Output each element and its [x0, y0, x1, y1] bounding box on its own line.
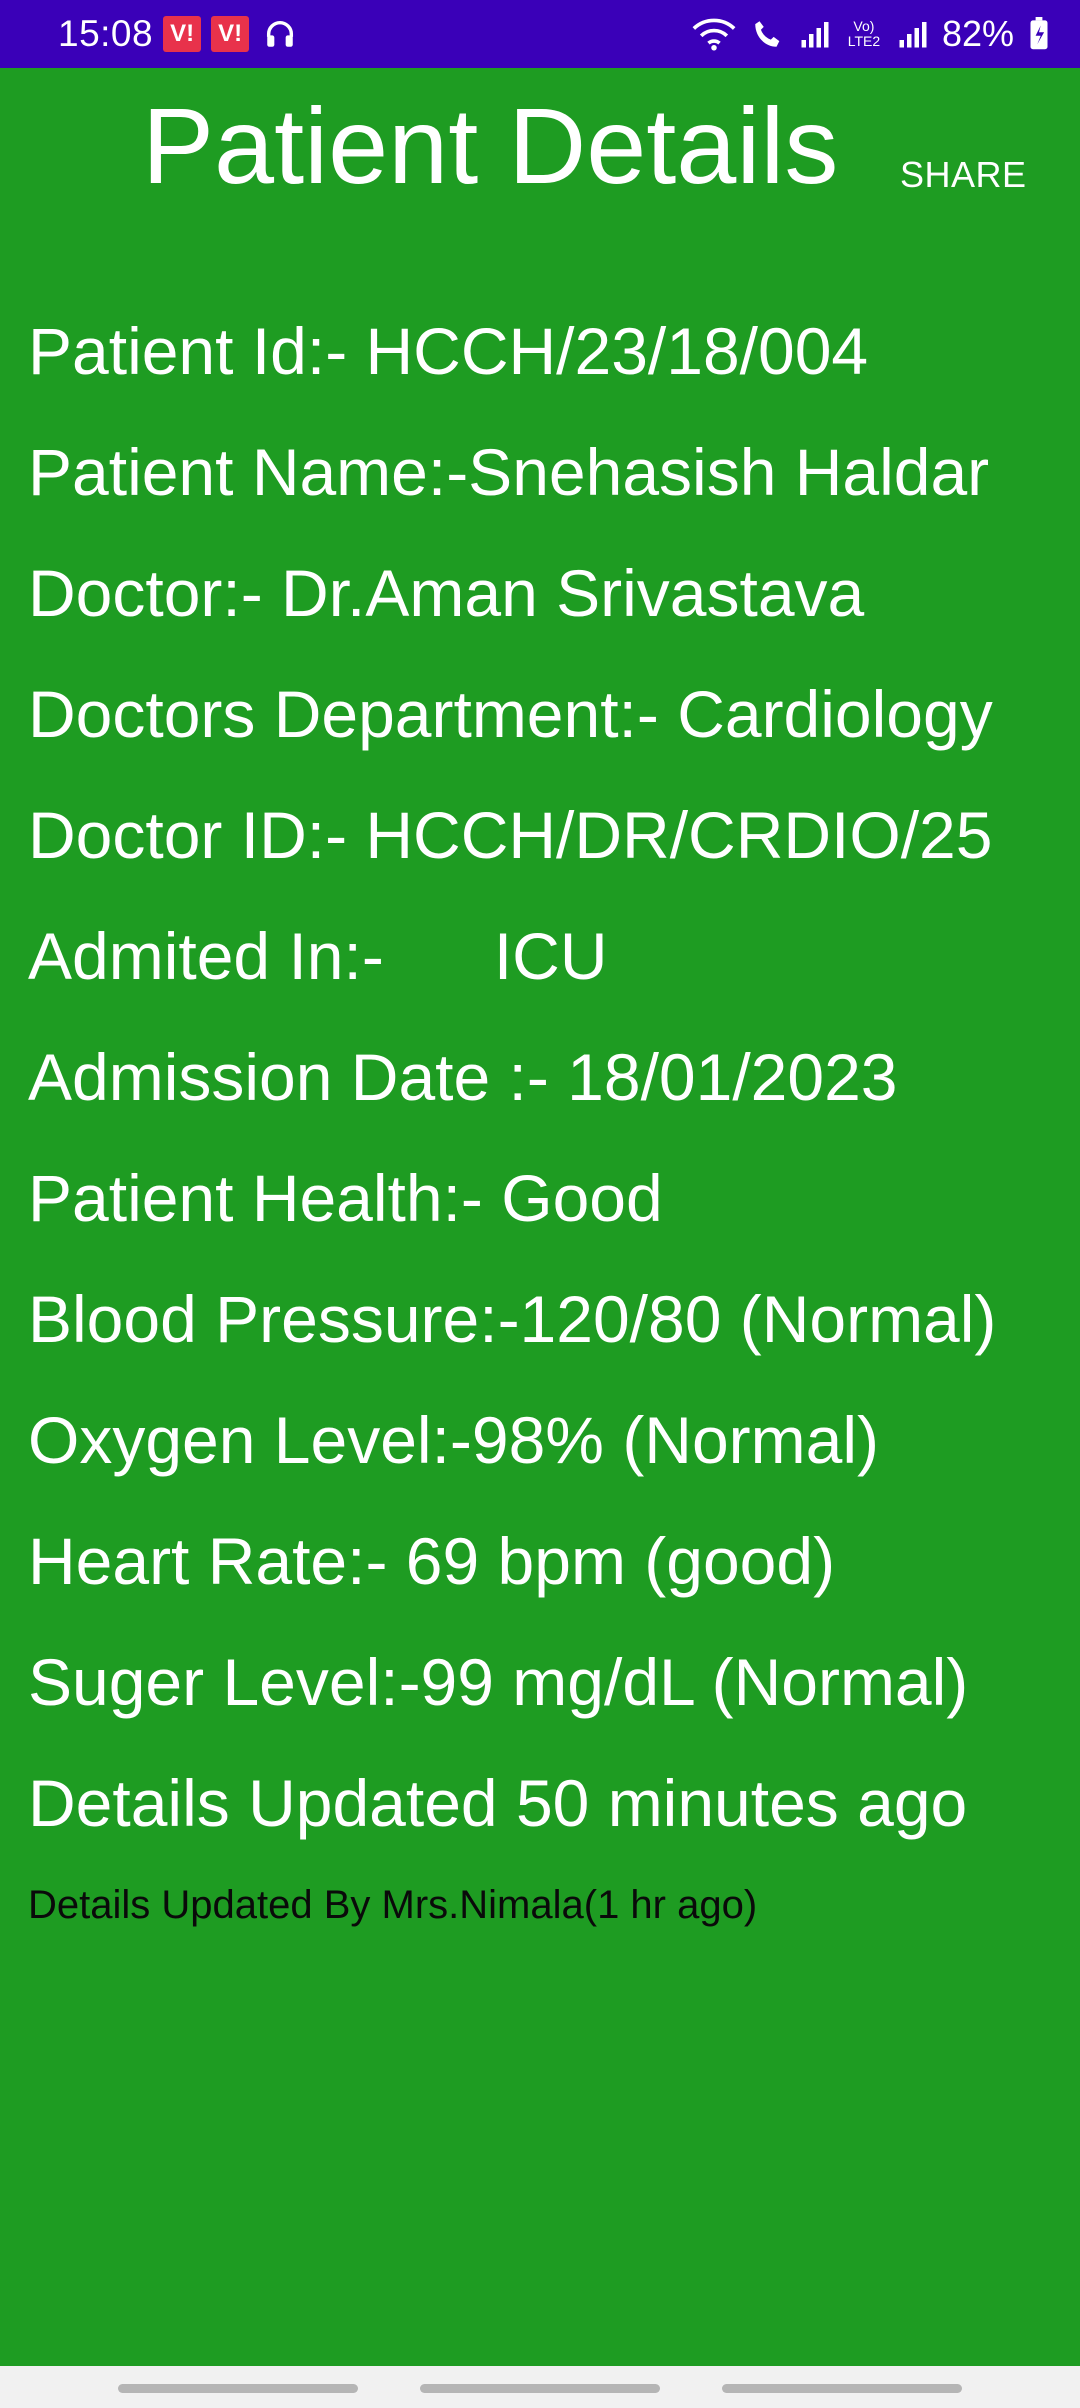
- carrier-badge-1: V!: [163, 16, 202, 52]
- page-title: Patient Details: [142, 85, 839, 206]
- patient-health: Patient Health:- Good: [28, 1161, 663, 1235]
- battery-percentage: 82%: [941, 13, 1014, 54]
- network-type-label: Vo) LTE2: [847, 18, 881, 49]
- carrier-badge-2: V!: [211, 16, 250, 52]
- updated-by-note: Details Updated By Mrs.Nimala(1 hr ago): [28, 1883, 758, 1927]
- admission-date: Admission Date :- 18/01/2023: [28, 1040, 898, 1114]
- headphones-icon: [263, 17, 297, 51]
- sugar-level: Suger Level:-99 mg/dL (Normal): [28, 1645, 969, 1719]
- call-icon: [750, 17, 786, 51]
- admitted-in: Admited In:- ICU: [28, 919, 608, 993]
- oxygen-level: Oxygen Level:-98% (Normal): [28, 1403, 879, 1477]
- wifi-icon: [692, 17, 736, 51]
- blood-pressure: Blood Pressure:-120/80 (Normal): [28, 1282, 997, 1356]
- patient-id: Patient Id:- HCCH/23/18/004: [28, 314, 869, 388]
- doctor-name: Doctor:- Dr.Aman Srivastava: [28, 556, 865, 630]
- heart-rate: Heart Rate:- 69 bpm (good): [28, 1524, 836, 1598]
- battery-icon: [1028, 17, 1050, 51]
- nav-home-button[interactable]: [420, 2384, 660, 2393]
- signal-icon-1: [800, 19, 830, 49]
- signal-icon-2: [898, 19, 928, 49]
- status-bar: 15:08 V! V! Vo) LTE2 82%: [0, 0, 1080, 68]
- navigation-bar: [0, 2366, 1080, 2408]
- patient-name: Patient Name:-Snehasish Haldar: [28, 435, 990, 509]
- app-header: Patient Details SHARE: [0, 68, 1080, 238]
- details-updated-time: Details Updated 50 minutes ago: [28, 1766, 968, 1840]
- doctor-id: Doctor ID:- HCCH/DR/CRDIO/25: [28, 798, 993, 872]
- doctor-department: Doctors Department:- Cardiology: [28, 677, 993, 751]
- status-indicators: Vo) LTE2 82%: [692, 13, 1050, 55]
- patient-details-list: Patient Id:- HCCH/23/18/004 Patient Name…: [28, 308, 1068, 1881]
- nav-recents-button[interactable]: [118, 2384, 358, 2393]
- status-time: 15:08: [58, 13, 154, 54]
- nav-back-button[interactable]: [722, 2384, 962, 2393]
- share-button[interactable]: SHARE: [900, 154, 1027, 196]
